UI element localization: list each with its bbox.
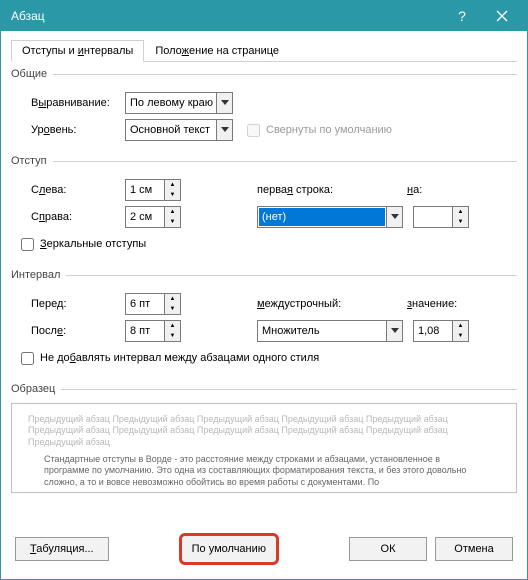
label-outline-level: Уровень: — [31, 124, 125, 136]
combo-line-spacing[interactable]: Множитель — [257, 320, 403, 342]
section-general: Общие Выравнивание: По левому краю Урове… — [11, 68, 517, 151]
section-spacing: Интервал Перед: 6 пт▲▼ междустрочный: зн… — [11, 269, 517, 379]
legend-spacing: Интервал — [11, 269, 66, 281]
preview-box: Предыдущий абзац Предыдущий абзац Предыд… — [11, 403, 517, 493]
tabstrip: Отступы и интервалы Положение на страниц… — [11, 39, 517, 62]
combo-outline-level[interactable]: Основной текст — [125, 119, 233, 141]
tab-indents-spacing[interactable]: Отступы и интервалы — [11, 40, 144, 62]
label-at: значение: — [407, 298, 457, 310]
spinner-space-before[interactable]: 6 пт▲▼ — [125, 293, 181, 315]
ok-button[interactable]: ОК — [349, 537, 427, 561]
label-right-indent: Справа: — [31, 211, 125, 223]
titlebar: Абзац ? — [1, 1, 527, 31]
legend-indent: Отступ — [11, 155, 53, 167]
tabs-button[interactable]: Табуляция... — [15, 537, 109, 561]
close-button[interactable] — [482, 1, 522, 31]
titlebar-title: Абзац — [11, 9, 442, 23]
legend-sample: Образец — [11, 383, 61, 395]
label-by: на: — [407, 184, 422, 196]
label-space-before: Перед: — [31, 298, 125, 310]
checkbox-mirror-indents[interactable]: Зеркальные отступы — [21, 238, 146, 251]
label-alignment: Выравнивание: — [31, 97, 125, 109]
footer: Табуляция... По умолчанию ОК Отмена — [11, 523, 517, 569]
spinner-by[interactable]: ▲▼ — [413, 206, 469, 228]
label-first-line: первая строка: — [257, 184, 407, 196]
preview-ghost-text: Предыдущий абзац Предыдущий абзац Предыд… — [28, 414, 500, 448]
section-indent: Отступ Слева: 1 см▲▼ первая строка: на: … — [11, 155, 517, 265]
cancel-button[interactable]: Отмена — [435, 537, 513, 561]
combo-first-line[interactable]: (нет) — [257, 206, 403, 228]
paragraph-dialog: Абзац ? Отступы и интервалы Положение на… — [0, 0, 528, 580]
combo-alignment[interactable]: По левому краю — [125, 92, 233, 114]
checkbox-no-space-same-style[interactable]: Не добавлять интервал между абзацами одн… — [21, 352, 319, 365]
checkbox-collapsed: Свернуты по умолчанию — [247, 124, 392, 137]
help-button[interactable]: ? — [442, 1, 482, 31]
legend-general: Общие — [11, 68, 53, 80]
preview-main-text: Стандартные отступы в Ворде - это рассто… — [28, 454, 500, 489]
spinner-left-indent[interactable]: 1 см▲▼ — [125, 179, 181, 201]
tab-line-page-breaks[interactable]: Положение на странице — [144, 40, 290, 62]
set-default-button[interactable]: По умолчанию — [179, 533, 279, 565]
spinner-space-after[interactable]: 8 пт▲▼ — [125, 320, 181, 342]
spinner-at[interactable]: 1,08▲▼ — [413, 320, 469, 342]
section-sample: Образец Предыдущий абзац Предыдущий абза… — [11, 383, 517, 521]
label-left-indent: Слева: — [31, 184, 125, 196]
spinner-right-indent[interactable]: 2 см▲▼ — [125, 206, 181, 228]
label-line-spacing: междустрочный: — [257, 298, 407, 310]
label-space-after: После: — [31, 325, 125, 337]
